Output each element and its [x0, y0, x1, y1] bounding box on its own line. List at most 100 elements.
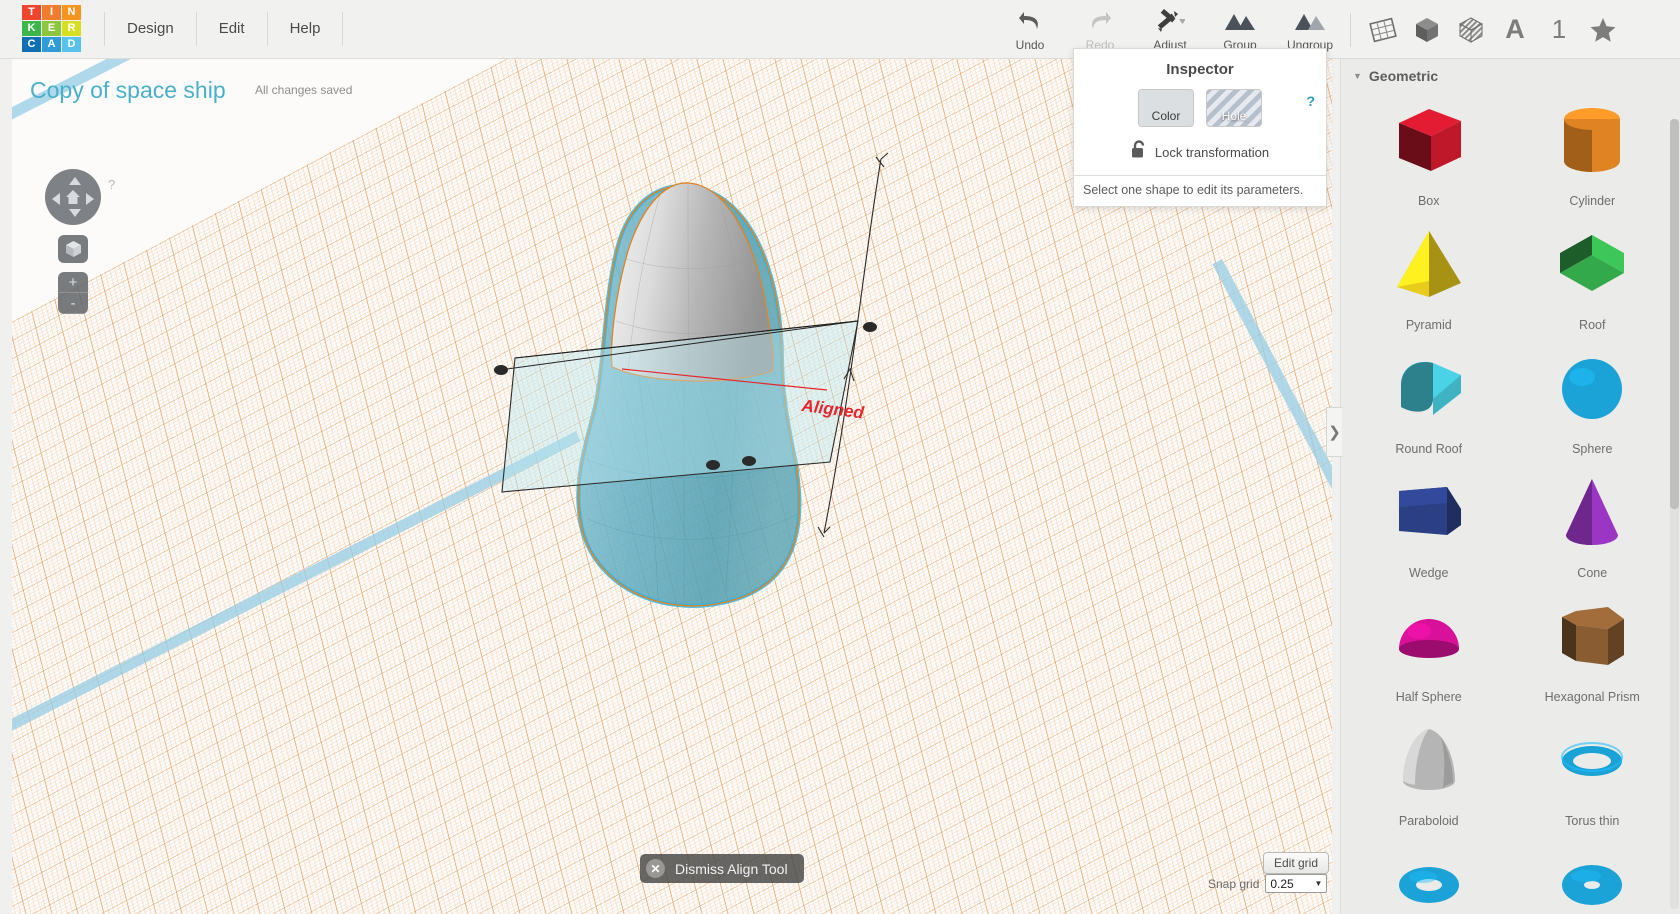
logo-tile-k: K	[22, 21, 41, 36]
shape-item-label: Half Sphere	[1395, 690, 1462, 704]
logo-tile-a: A	[42, 37, 61, 52]
main-menu: Design Edit Help	[104, 0, 344, 59]
view-orbit-pad[interactable]	[45, 169, 101, 225]
shape-item-label: Sphere	[1572, 442, 1613, 456]
shape-item-label: Roof	[1579, 318, 1606, 332]
menu-item-help[interactable]: Help	[268, 12, 344, 46]
shape-item-wedge[interactable]: Wedge	[1347, 462, 1511, 586]
redo-button[interactable]: Redo	[1065, 0, 1135, 52]
align-handle[interactable]	[742, 456, 756, 466]
ungroup-icon	[1293, 8, 1327, 34]
canvas-help-icon[interactable]: ?	[108, 177, 115, 192]
logo-tile-c: C	[22, 37, 41, 52]
logo-tile-e: E	[42, 21, 61, 36]
shape-item-roof[interactable]: Roof	[1511, 214, 1675, 338]
toolbar-divider	[1350, 12, 1351, 47]
half-sphere-icon	[1385, 586, 1473, 688]
logo-tile-d: D	[62, 37, 81, 52]
shape-item-torus[interactable]: Torus	[1347, 834, 1511, 914]
box-icon	[1385, 90, 1473, 192]
adjust-icon	[1155, 8, 1185, 34]
menu-item-design[interactable]: Design	[104, 12, 197, 46]
dismiss-align-tool-button[interactable]: ✕ Dismiss Align Tool	[640, 854, 804, 883]
zoom-controls: + -	[58, 272, 88, 314]
tinkercad-logo[interactable]: TIN KER CAD	[22, 5, 82, 53]
close-icon: ✕	[646, 859, 665, 878]
shape-item-sphere[interactable]: Sphere	[1511, 338, 1675, 462]
orbit-up-arrow-icon[interactable]	[69, 177, 81, 185]
shape-item-box[interactable]: Box	[1347, 90, 1511, 214]
unlock-icon	[1131, 140, 1147, 164]
shape-item-torus-thick[interactable]: Torus thick	[1511, 834, 1675, 914]
solid-cube-icon[interactable]	[1409, 10, 1445, 50]
shape-item-hexagonal-prism[interactable]: Hexagonal Prism	[1511, 586, 1675, 710]
shape-panel-scrollbar[interactable]	[1670, 119, 1679, 909]
align-handle[interactable]	[706, 460, 720, 470]
collapse-panel-button[interactable]: ❯	[1326, 407, 1342, 457]
home-view-icon[interactable]	[65, 189, 81, 205]
align-handle[interactable]	[494, 365, 508, 375]
wedge-icon	[1385, 462, 1473, 564]
inspector-help-icon[interactable]: ?	[1306, 93, 1315, 109]
view-navigation-widget: + -	[37, 169, 117, 314]
edit-grid-button[interactable]: Edit grid	[1263, 852, 1330, 874]
fit-view-cube-button[interactable]	[58, 235, 88, 263]
shape-item-label: Round Roof	[1395, 442, 1463, 456]
align-handle[interactable]	[863, 322, 877, 332]
hole-button[interactable]: Hole	[1206, 89, 1262, 127]
undo-button[interactable]: Undo	[995, 0, 1065, 52]
inspector-panel: Inspector Color Hole Lock transformation…	[1073, 48, 1327, 207]
menu-item-edit[interactable]: Edit	[197, 12, 268, 46]
shape-item-round-roof[interactable]: Round Roof	[1347, 338, 1511, 462]
snap-grid-select[interactable]: 0.25 ▼	[1265, 874, 1328, 893]
group-icon	[1223, 8, 1257, 34]
workplane-icon[interactable]	[1365, 10, 1401, 50]
numbers-icon-glyph: 1	[1551, 14, 1567, 44]
zoom-out-button[interactable]: -	[58, 293, 88, 314]
shape-item-torus-thin[interactable]: Torus thin	[1511, 710, 1675, 834]
undo-label: Undo	[1015, 38, 1045, 52]
paraboloid-icon	[1385, 710, 1473, 812]
ungroup-button[interactable]: Ungroup	[1275, 0, 1345, 52]
chevron-down-icon: ▼	[1314, 879, 1323, 888]
scrollbar-thumb[interactable]	[1670, 119, 1679, 509]
chevron-down-icon: ▼	[1353, 71, 1362, 81]
orbit-down-arrow-icon[interactable]	[69, 209, 81, 217]
hexagonal-prism-icon	[1548, 586, 1636, 688]
shape-item-label: Wedge	[1409, 566, 1449, 580]
orbit-left-arrow-icon[interactable]	[52, 193, 60, 205]
round-roof-icon	[1385, 338, 1473, 440]
redo-icon	[1088, 8, 1112, 34]
text-icon[interactable]: A	[1497, 10, 1533, 50]
text-icon-glyph: A	[1505, 14, 1525, 44]
shape-category-header[interactable]: ▼ Geometric	[1341, 59, 1680, 84]
snap-grid-label: Snap grid	[1208, 876, 1260, 891]
shape-category-label: Geometric	[1368, 68, 1439, 84]
shape-item-label: Pyramid	[1405, 318, 1452, 332]
logo-tile-t: T	[22, 5, 41, 20]
logo-tile-n: N	[62, 5, 81, 20]
color-button[interactable]: Color	[1138, 89, 1194, 127]
numbers-icon[interactable]: 1	[1541, 10, 1577, 50]
shape-item-label: Hexagonal Prism	[1544, 690, 1640, 704]
undo-icon	[1018, 8, 1042, 34]
lock-transformation-toggle[interactable]: Lock transformation	[1074, 140, 1326, 164]
hole-cube-icon[interactable]	[1453, 10, 1489, 50]
orbit-right-arrow-icon[interactable]	[86, 193, 94, 205]
shape-item-half-sphere[interactable]: Half Sphere	[1347, 586, 1511, 710]
lock-transformation-label: Lock transformation	[1154, 144, 1270, 160]
shape-item-cylinder[interactable]: Cylinder	[1511, 90, 1675, 214]
shape-item-pyramid[interactable]: Pyramid	[1347, 214, 1511, 338]
cone-icon	[1548, 462, 1636, 564]
star-icon[interactable]	[1585, 10, 1621, 50]
torus-thin-icon	[1548, 710, 1636, 812]
zoom-in-button[interactable]: +	[58, 272, 88, 293]
adjust-button[interactable]: Adjust	[1135, 0, 1205, 52]
inspector-title: Inspector	[1166, 61, 1234, 78]
roof-icon	[1548, 214, 1636, 316]
shape-item-paraboloid[interactable]: Paraboloid	[1347, 710, 1511, 834]
tinkercad-app: TINKERCAD Design Edit Help Undo Redo Adj…	[0, 0, 1680, 914]
group-button[interactable]: Group	[1205, 0, 1275, 52]
shape-item-cone[interactable]: Cone	[1511, 462, 1675, 586]
shape-library-panel: ▼ Geometric Box Cylinder Pyramid Roof Round …	[1340, 59, 1680, 914]
